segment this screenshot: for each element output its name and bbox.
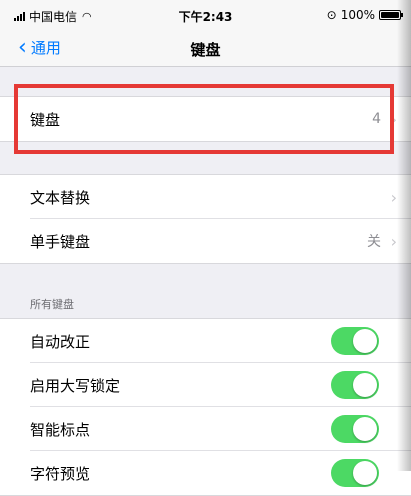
all-keyboards-header: 所有键盘 [30,298,74,311]
smart-punctuation-row: 智能标点 [0,407,411,451]
text-replacement-label: 文本替换 [30,188,91,207]
rotation-lock-icon: ⊙ [326,8,337,22]
all-keyboards-group: 自动改正 启用大写锁定 智能标点 字符预览 [0,318,411,496]
caps-lock-row: 启用大写锁定 [0,363,411,407]
chevron-right-icon: › [390,109,397,129]
smart-punctuation-label: 智能标点 [30,420,91,439]
toggle-knob [353,417,377,441]
smart-punctuation-toggle[interactable] [331,415,379,443]
keyboards-row[interactable]: 键盘 4 › [0,97,411,141]
navigation-bar: ‹ 通用 键盘 [0,30,411,67]
character-preview-row: 字符预览 [0,451,411,495]
one-handed-keyboard-label: 单手键盘 [30,232,91,251]
status-bar: 中国电信 ◠ 下午2:43 ⊙ 100% [0,0,411,30]
page-title: 键盘 [190,41,221,59]
caps-lock-toggle[interactable] [331,371,379,399]
text-replacement-row[interactable]: 文本替换 › [0,175,411,219]
caps-lock-label: 启用大写锁定 [30,376,121,395]
battery-icon [379,10,403,20]
text-options-group: 文本替换 › 单手键盘 关 › [0,174,411,264]
one-handed-keyboard-row[interactable]: 单手键盘 关 › [0,219,411,263]
toggle-knob [353,373,377,397]
chevron-right-icon: › [390,231,397,251]
auto-correction-row: 自动改正 [0,319,411,363]
toggle-knob [353,329,377,353]
auto-correction-label: 自动改正 [30,332,91,351]
character-preview-toggle[interactable] [331,459,379,487]
keyboards-row-label: 键盘 [30,110,61,129]
status-right: ⊙ 100% [326,8,403,22]
keyboards-count: 4 [372,111,381,127]
battery-percent: 100% [340,8,375,22]
keyboards-group: 键盘 4 › [0,96,411,142]
character-preview-label: 字符预览 [30,464,91,483]
one-handed-keyboard-value: 关 [367,234,381,250]
toggle-knob [353,461,377,485]
chevron-right-icon: › [390,187,397,207]
auto-correction-toggle[interactable] [331,327,379,355]
